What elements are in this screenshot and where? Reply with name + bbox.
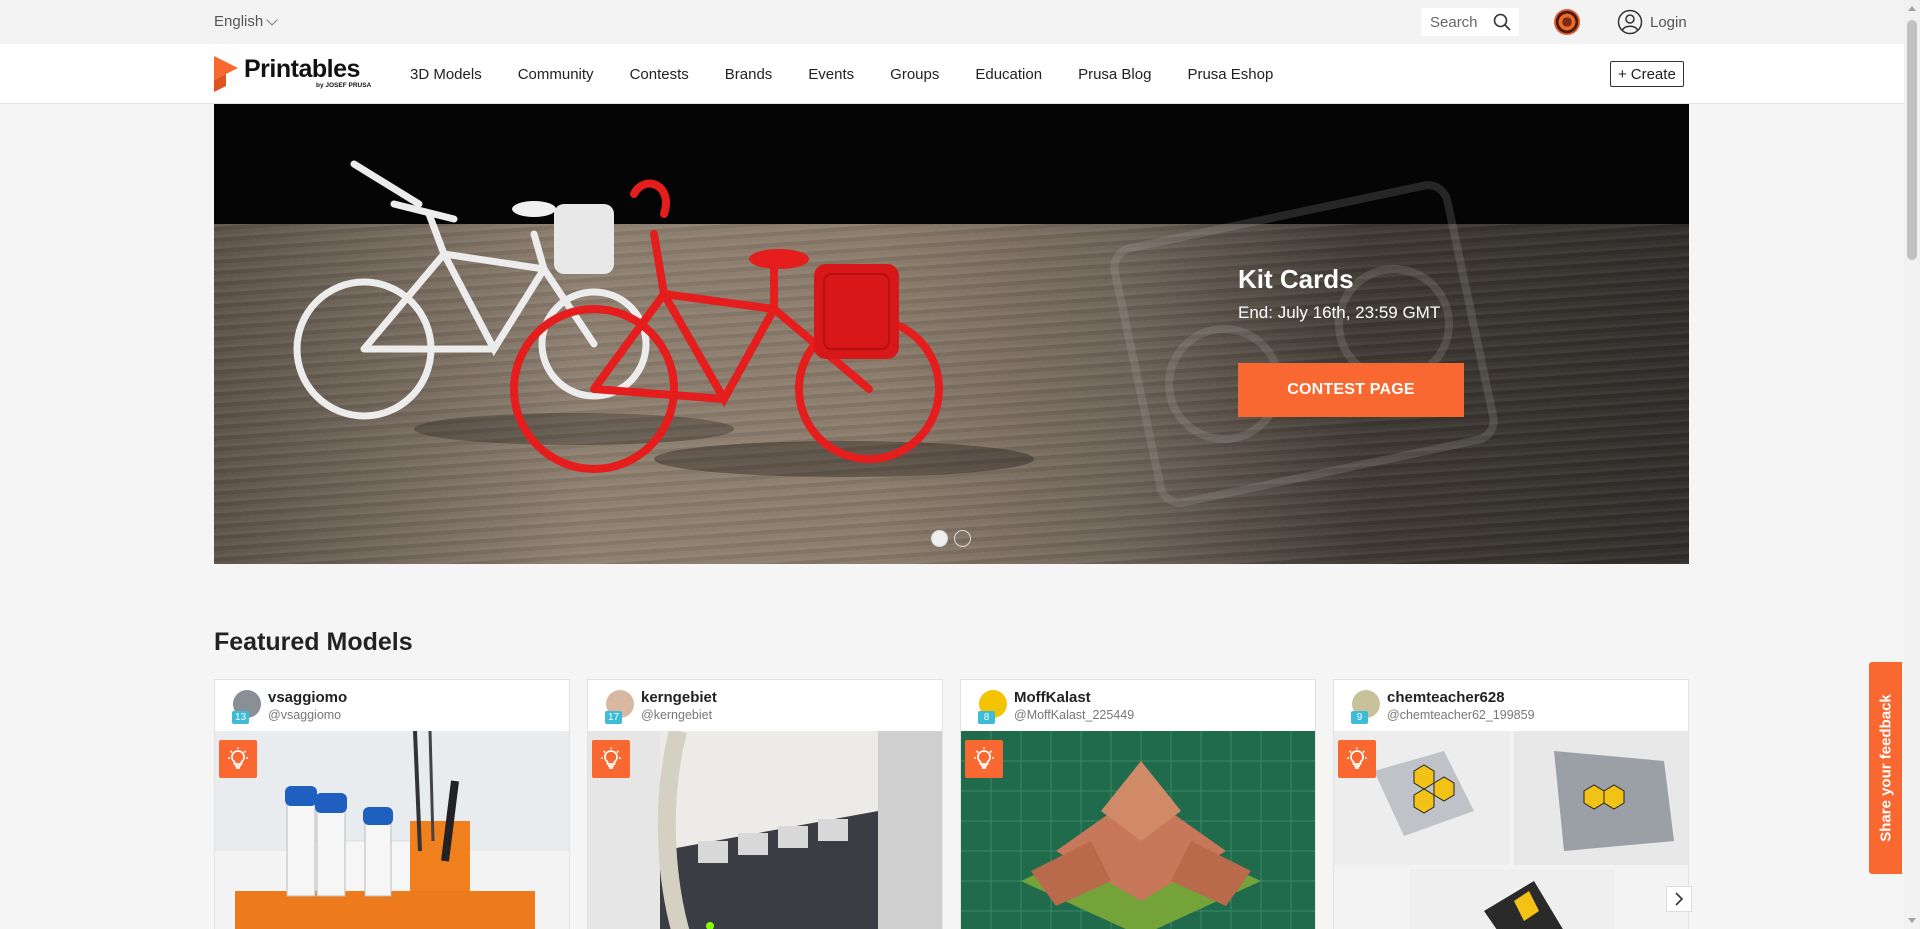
primary-nav: 3D Models Community Contests Brands Even… <box>410 44 1309 104</box>
nav-3d-models[interactable]: 3D Models <box>410 66 482 83</box>
brand-byline: by JOSEF PRUSA <box>316 82 372 89</box>
carousel-dot-2[interactable] <box>954 530 971 547</box>
plus-icon: + <box>1618 65 1627 83</box>
level-badge: 13 <box>232 711 249 724</box>
author-name: kerngebiet <box>641 689 717 706</box>
nav-events[interactable]: Events <box>808 66 854 83</box>
nav-prusa-blog[interactable]: Prusa Blog <box>1078 66 1151 83</box>
model-thumbnail[interactable] <box>215 731 569 929</box>
model-thumbnail[interactable] <box>1334 731 1688 929</box>
network-switch-image <box>588 731 942 929</box>
login-button[interactable]: Login <box>1617 9 1687 35</box>
card-author[interactable]: 9 chemteacher628 @chemteacher62_199859 <box>1334 680 1688 731</box>
nav-brands[interactable]: Brands <box>725 66 773 83</box>
model-card[interactable]: 13 vsaggiomo @vsaggiomo <box>214 679 570 929</box>
bicycle-models-image <box>293 160 1498 507</box>
lab-organizer-image <box>215 731 569 929</box>
chevron-down-icon <box>266 13 278 26</box>
user-icon <box>1617 9 1643 35</box>
create-label: Create <box>1630 65 1676 83</box>
house-model-image <box>961 731 1315 929</box>
page-scrollbar[interactable] <box>1904 0 1920 929</box>
carousel-dot-1[interactable] <box>931 530 948 547</box>
language-label: English <box>214 13 264 30</box>
card-author[interactable]: 17 kerngebiet @kerngebiet <box>588 680 942 731</box>
nav-community[interactable]: Community <box>518 66 594 83</box>
scroll-up-arrow[interactable] <box>1908 6 1916 11</box>
carousel-next-button[interactable] <box>1666 886 1692 912</box>
model-thumbnail[interactable] <box>588 731 942 929</box>
author-name: MoffKalast <box>1014 689 1091 706</box>
telescope-model-image <box>1334 731 1688 929</box>
featured-models-list: 13 vsaggiomo @vsaggiomo 17 kerngebiet @k… <box>214 679 1689 929</box>
lightbulb-icon <box>219 740 257 778</box>
contest-page-button[interactable]: CONTEST PAGE <box>1238 363 1464 417</box>
printables-logo-icon <box>214 56 238 92</box>
level-badge: 17 <box>605 711 622 724</box>
card-author[interactable]: 13 vsaggiomo @vsaggiomo <box>215 680 569 731</box>
contest-deadline: End: July 16th, 23:59 GMT <box>1238 303 1441 322</box>
author-handle: @MoffKalast_225449 <box>1014 708 1135 722</box>
lightbulb-icon <box>1338 740 1376 778</box>
author-handle: @kerngebiet <box>641 708 713 722</box>
chevron-right-icon <box>1675 892 1684 906</box>
feedback-label: Share your feedback <box>1877 694 1894 842</box>
feedback-tab[interactable]: Share your feedback <box>1869 662 1902 874</box>
nav-prusa-eshop[interactable]: Prusa Eshop <box>1187 66 1273 83</box>
lightbulb-icon <box>592 740 630 778</box>
lightbulb-icon <box>965 740 1003 778</box>
level-badge: 8 <box>978 711 995 724</box>
search-icon <box>1493 13 1511 31</box>
author-name: vsaggiomo <box>268 689 348 706</box>
model-card[interactable]: 9 chemteacher628 @chemteacher62_199859 <box>1333 679 1689 929</box>
create-button[interactable]: + Create <box>1610 61 1684 87</box>
brand-name: Printables <box>244 55 360 83</box>
top-utility-bar: English Search Login <box>0 0 1904 44</box>
featured-models-heading: Featured Models <box>214 628 413 656</box>
author-name: chemteacher628 <box>1387 689 1505 706</box>
carousel-indicators <box>931 530 971 547</box>
model-card[interactable]: 8 MoffKalast @MoffKalast_225449 <box>960 679 1316 929</box>
scroll-thumb[interactable] <box>1907 20 1917 260</box>
card-author[interactable]: 8 MoffKalast @MoffKalast_225449 <box>961 680 1315 731</box>
model-card[interactable]: 17 kerngebiet @kerngebiet <box>587 679 943 929</box>
nav-contests[interactable]: Contests <box>630 66 689 83</box>
scroll-down-arrow[interactable] <box>1908 918 1916 923</box>
search-placeholder: Search <box>1430 13 1478 31</box>
model-thumbnail[interactable] <box>961 731 1315 929</box>
contest-title: Kit Cards <box>1238 264 1354 294</box>
filament-color-icon[interactable] <box>1554 9 1580 35</box>
nav-groups[interactable]: Groups <box>890 66 939 83</box>
language-selector[interactable]: English <box>214 13 278 30</box>
main-navbar: Printables by JOSEF PRUSA 3D Models Comm… <box>0 44 1904 104</box>
hero-banner[interactable]: Kit Cards End: July 16th, 23:59 GMT CONT… <box>214 104 1689 564</box>
author-handle: @chemteacher62_199859 <box>1387 708 1535 722</box>
search-input[interactable]: Search <box>1421 8 1519 36</box>
printables-logo[interactable]: Printables by JOSEF PRUSA <box>214 55 371 92</box>
author-handle: @vsaggiomo <box>268 708 342 722</box>
nav-education[interactable]: Education <box>975 66 1042 83</box>
level-badge: 9 <box>1351 711 1368 724</box>
login-label: Login <box>1650 13 1687 31</box>
